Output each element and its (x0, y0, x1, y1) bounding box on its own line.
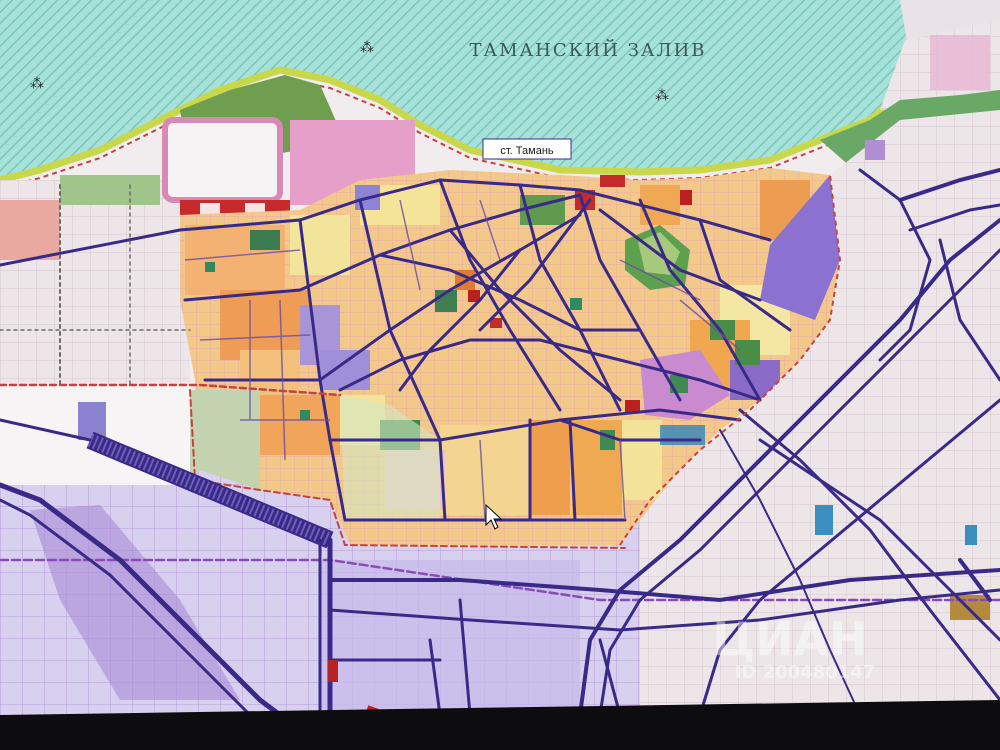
svg-text:⁂: ⁂ (655, 88, 669, 104)
watermark-id: ID 200480147 (735, 662, 876, 683)
bay-label: ТАМАНСКИЙ ЗАЛИВ (469, 38, 706, 61)
sports-complex (162, 117, 283, 203)
watermark-brand: ЦИАН (712, 612, 867, 666)
master-plan-map[interactable]: ⁂ ⁂ ⁂ ТАМАНСКИЙ ЗАЛИВ ст. Тамань ЦИАН ID… (0, 0, 1000, 750)
svg-text:⁂: ⁂ (360, 40, 374, 56)
svg-text:⁂: ⁂ (30, 76, 44, 92)
settlement-label: ст. Тамань (500, 145, 554, 157)
